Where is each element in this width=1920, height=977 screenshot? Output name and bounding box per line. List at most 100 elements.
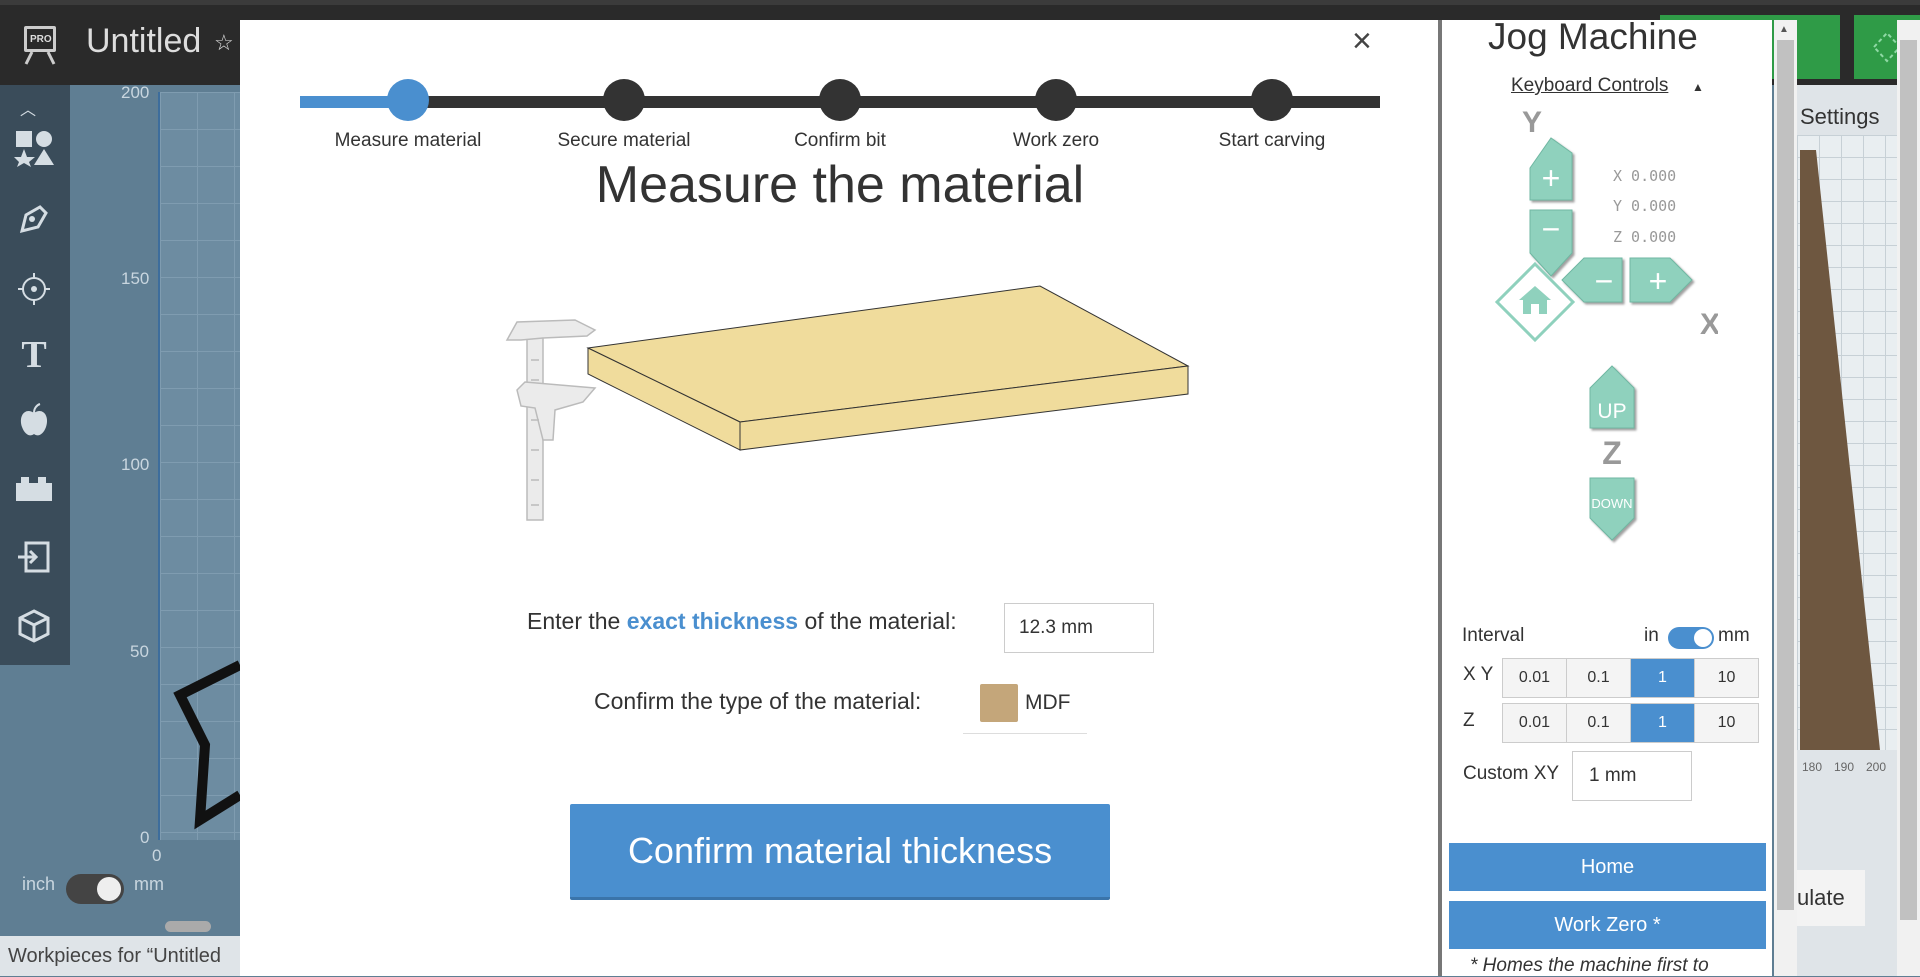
easel-logo[interactable]: PRO <box>18 22 62 66</box>
z-step-label: Z <box>1463 710 1475 731</box>
xy-step-0.01[interactable]: 0.01 <box>1503 659 1567 697</box>
xy-step-selector: 0.01 0.1 1 10 <box>1502 658 1759 698</box>
y-plus-button[interactable]: + <box>1529 137 1573 201</box>
work-zero-button[interactable]: Work Zero * <box>1449 901 1766 949</box>
shapes-icon[interactable] <box>10 123 58 171</box>
cube-icon[interactable] <box>10 601 58 649</box>
unit-mm-label: mm <box>1718 625 1750 646</box>
board-icon <box>586 285 1190 451</box>
browser-edge <box>0 0 1920 5</box>
crosshair-icon[interactable] <box>10 265 58 313</box>
xy-step-10[interactable]: 10 <box>1695 659 1758 697</box>
down-label: DOWN <box>1591 496 1632 511</box>
caret-up-icon[interactable]: ▲ <box>1692 80 1704 94</box>
ruler-tick: 190 <box>1834 760 1855 774</box>
x-minus-button[interactable]: − <box>1561 257 1623 303</box>
step-dot-secure-material[interactable] <box>603 79 645 121</box>
import-icon[interactable] <box>10 533 58 581</box>
step-label-start-carving[interactable]: Start carving <box>1172 130 1372 152</box>
y-tick-200: 200 <box>121 83 150 102</box>
step-label-confirm-bit[interactable]: Confirm bit <box>740 130 940 152</box>
star-shape[interactable] <box>160 655 240 835</box>
x-coordinate: X 0.000 <box>1613 167 1677 185</box>
up-label: UP <box>1597 400 1626 423</box>
step-dot-confirm-bit[interactable] <box>819 79 861 121</box>
xy-step-1[interactable]: 1 <box>1631 659 1695 697</box>
thickness-prompt-emphasis: exact thickness <box>626 608 799 634</box>
step-dot-start-carving[interactable] <box>1251 79 1293 121</box>
home-button[interactable] <box>1494 261 1576 343</box>
minus-icon: − <box>1542 211 1561 247</box>
canvas-scrollbar[interactable] <box>165 921 211 932</box>
cut-settings-label[interactable]: Settings <box>1800 104 1880 130</box>
y-tick-50: 50 <box>130 642 149 661</box>
axis-x-label: X <box>1700 308 1718 341</box>
workpieces-bar[interactable]: Workpieces for “Untitled <box>0 936 240 976</box>
pro-badge: PRO <box>30 34 52 45</box>
z-step-1[interactable]: 1 <box>1631 704 1695 742</box>
close-icon[interactable]: × <box>1352 22 1372 61</box>
collapse-toolbar-icon[interactable]: ︿ <box>20 96 36 120</box>
jog-title: Jog Machine <box>1488 16 1698 57</box>
canvas-unit-mm: mm <box>134 874 164 894</box>
y-tick-150: 150 <box>121 269 150 288</box>
caliper-icon <box>505 319 597 521</box>
step-label-measure-material[interactable]: Measure material <box>308 130 508 152</box>
y-tick-0: 0 <box>140 828 150 847</box>
step-label-work-zero[interactable]: Work zero <box>956 130 1156 152</box>
z-step-selector: 0.01 0.1 1 10 <box>1502 703 1759 743</box>
axis-z-label: Z <box>1602 435 1622 471</box>
x-origin-label: 0 <box>152 846 162 865</box>
document-title[interactable]: Untitled <box>86 22 201 61</box>
keyboard-controls-link[interactable]: Keyboard Controls <box>1511 75 1668 97</box>
text-icon[interactable]: T <box>10 331 58 379</box>
custom-xy-input[interactable] <box>1572 751 1692 801</box>
step-dot-measure-material[interactable] <box>387 79 429 121</box>
z-coordinate: Z 0.000 <box>1613 228 1677 246</box>
plus-icon: + <box>1542 160 1561 196</box>
z-step-0.1[interactable]: 0.1 <box>1567 704 1631 742</box>
material-illustration <box>505 285 1190 521</box>
window-scroll-thumb[interactable] <box>1900 40 1917 920</box>
material-name: MDF <box>1025 691 1071 714</box>
y-coordinate: Y 0.000 <box>1613 197 1677 215</box>
xy-step-0.1[interactable]: 0.1 <box>1567 659 1631 697</box>
step-label-secure-material[interactable]: Secure material <box>524 130 724 152</box>
confirm-thickness-button[interactable]: Confirm material thickness <box>570 804 1110 900</box>
work-zero-footnote: * Homes the machine first to <box>1470 955 1709 976</box>
xy-step-label: X Y <box>1463 664 1494 685</box>
thickness-input[interactable] <box>1004 603 1154 653</box>
star-outline-icon[interactable]: ☆ <box>214 30 234 56</box>
home-machine-button[interactable]: Home <box>1449 843 1766 891</box>
minus-icon: − <box>1595 263 1614 299</box>
apple-icon[interactable] <box>10 397 58 445</box>
plus-icon: + <box>1649 263 1668 299</box>
mdf-swatch-icon <box>980 684 1018 722</box>
simulate-button[interactable]: ulate <box>1797 870 1865 926</box>
z-step-10[interactable]: 10 <box>1695 704 1758 742</box>
lego-brick-icon[interactable] <box>10 465 58 513</box>
scroll-up-icon[interactable]: ▲ <box>1779 24 1789 35</box>
ruler-tick: 200 <box>1866 760 1887 774</box>
x-plus-button[interactable]: + <box>1629 257 1693 303</box>
canvas-unit-inch: inch <box>22 874 56 894</box>
z-up-button[interactable]: UP <box>1589 365 1635 429</box>
thickness-prompt-prefix: Enter the <box>527 608 627 634</box>
custom-xy-label: Custom XY <box>1463 763 1560 784</box>
thickness-prompt-suffix: of the material: <box>798 608 957 634</box>
material-selector[interactable]: MDF <box>963 673 1087 734</box>
jog-panel-scroll-thumb[interactable] <box>1777 40 1794 910</box>
page-title: Measure the material <box>595 156 1085 214</box>
interval-label: Interval <box>1462 625 1525 646</box>
jog-controls: Y + − − + X UP Z DOWN <box>1494 108 1718 541</box>
z-step-0.01[interactable]: 0.01 <box>1503 704 1567 742</box>
material-type-prompt: Confirm the type of the material: <box>594 688 922 714</box>
z-down-button[interactable]: DOWN <box>1589 477 1635 541</box>
canvas-unit-toggle[interactable] <box>66 874 124 904</box>
pen-icon[interactable] <box>10 195 58 243</box>
unit-toggle[interactable] <box>1668 627 1714 649</box>
y-tick-100: 100 <box>121 455 150 474</box>
axis-y-label: Y <box>1522 108 1542 139</box>
step-dot-work-zero[interactable] <box>1035 79 1077 121</box>
thickness-prompt: Enter the exact thickness of the materia… <box>527 608 957 635</box>
